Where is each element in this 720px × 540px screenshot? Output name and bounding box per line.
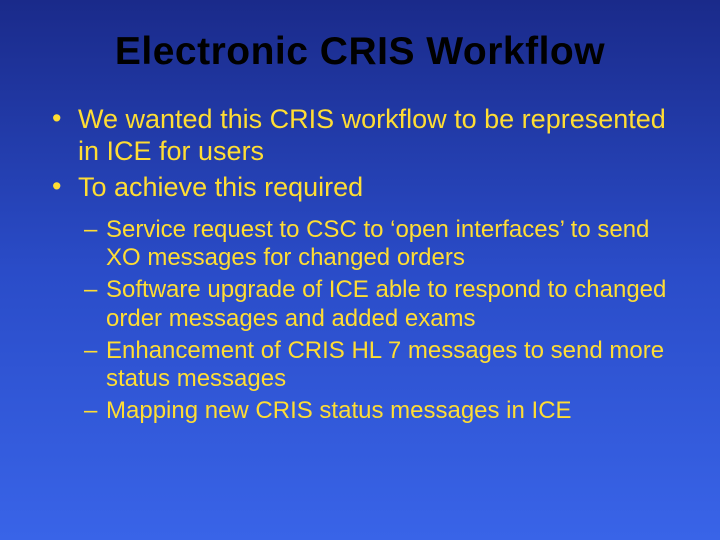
slide-title: Electronic CRIS Workflow (40, 30, 680, 74)
bullet-item: To achieve this required (50, 172, 680, 204)
slide: Electronic CRIS Workflow We wanted this … (0, 0, 720, 540)
sub-bullet-item: Mapping new CRIS status messages in ICE (84, 397, 680, 425)
bullet-list-level-2: Service request to CSC to ‘open interfac… (84, 216, 680, 426)
sub-bullet-item: Service request to CSC to ‘open interfac… (84, 216, 680, 273)
sub-bullet-item: Enhancement of CRIS HL 7 messages to sen… (84, 337, 680, 394)
sub-bullet-item: Software upgrade of ICE able to respond … (84, 276, 680, 333)
bullet-item: We wanted this CRIS workflow to be repre… (50, 104, 680, 168)
bullet-list-level-1: We wanted this CRIS workflow to be repre… (50, 104, 680, 204)
